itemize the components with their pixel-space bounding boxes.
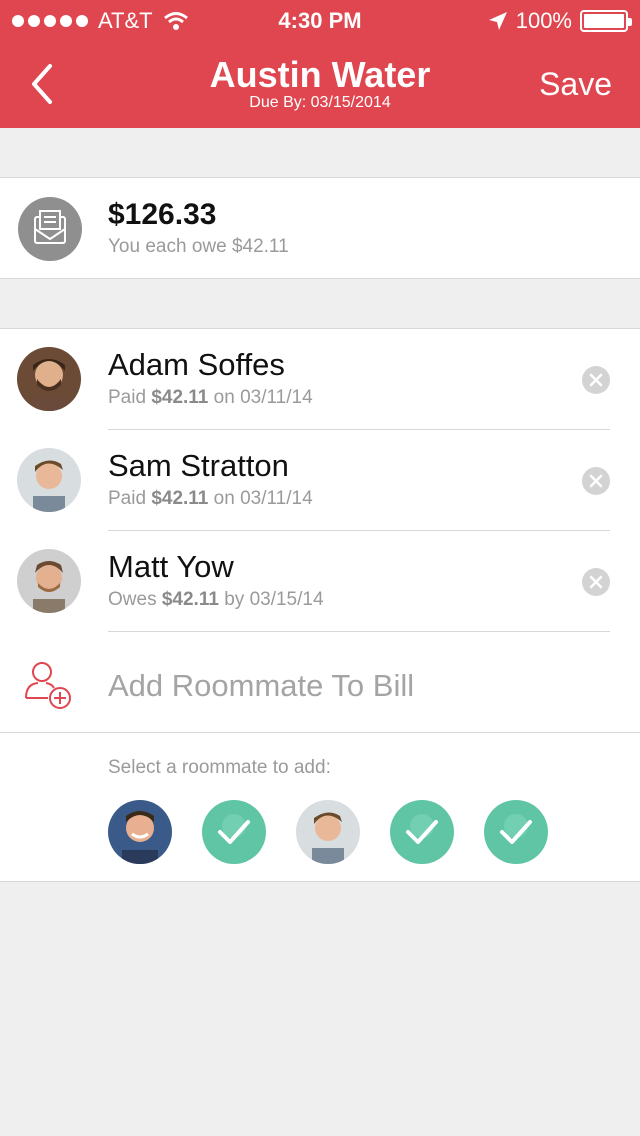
roommate-status: Paid $42.11 on 03/11/14 xyxy=(108,488,313,509)
roommate-name: Matt Yow xyxy=(108,549,234,584)
status-bar: AT&T 4:30 PM 100% xyxy=(0,0,640,40)
avatar xyxy=(17,347,81,411)
bill-summary: $126.33 You each owe $42.11 xyxy=(0,177,640,279)
bill-amount: $126.33 xyxy=(108,198,217,231)
divider xyxy=(0,732,640,733)
checkmark-icon xyxy=(218,814,250,844)
roommate-list: Adam Soffes Paid $42.11 on 03/11/14 Sam … xyxy=(0,328,640,882)
roommate-option[interactable] xyxy=(296,800,360,864)
roommate-status: Owes $42.11 by 03/15/14 xyxy=(108,589,324,610)
back-button[interactable] xyxy=(22,58,66,110)
checkmark-icon xyxy=(500,814,532,844)
add-user-icon xyxy=(25,662,71,709)
roommate-name: Adam Soffes xyxy=(108,347,285,382)
avatar xyxy=(17,448,81,512)
list-item[interactable]: Matt Yow Owes $42.11 by 03/15/14 xyxy=(0,531,640,632)
remove-icon[interactable] xyxy=(582,568,610,596)
roommate-status: Paid $42.11 on 03/11/14 xyxy=(108,387,313,408)
envelope-icon xyxy=(18,197,82,261)
roommate-option-selected[interactable] xyxy=(484,800,548,864)
battery-icon xyxy=(580,10,632,32)
status-right: 100% xyxy=(488,8,632,34)
add-roommate-label: Add Roommate To Bill xyxy=(108,668,415,703)
roommate-name: Sam Stratton xyxy=(108,448,289,483)
add-roommate-button[interactable]: Add Roommate To Bill xyxy=(0,632,640,733)
avatar xyxy=(17,549,81,613)
list-item[interactable]: Sam Stratton Paid $42.11 on 03/11/14 xyxy=(0,430,640,531)
save-button[interactable]: Save xyxy=(539,66,612,103)
nav-header: AT&T 4:30 PM 100% Austin Water Due By: 0… xyxy=(0,0,640,128)
checkmark-icon xyxy=(406,814,438,844)
remove-icon[interactable] xyxy=(582,366,610,394)
bill-each-owe: You each owe $42.11 xyxy=(108,236,289,257)
battery-percent: 100% xyxy=(515,8,572,33)
location-icon xyxy=(488,12,507,30)
roommate-option-selected[interactable] xyxy=(390,800,454,864)
due-date: Due By: 03/15/2014 xyxy=(249,94,391,111)
list-item[interactable]: Adam Soffes Paid $42.11 on 03/11/14 xyxy=(0,329,640,430)
select-roommate-prompt: Select a roommate to add: xyxy=(108,757,331,778)
roommate-option[interactable] xyxy=(108,800,172,864)
roommate-option-selected[interactable] xyxy=(202,800,266,864)
remove-icon[interactable] xyxy=(582,467,610,495)
page-title: Austin Water xyxy=(209,54,431,95)
